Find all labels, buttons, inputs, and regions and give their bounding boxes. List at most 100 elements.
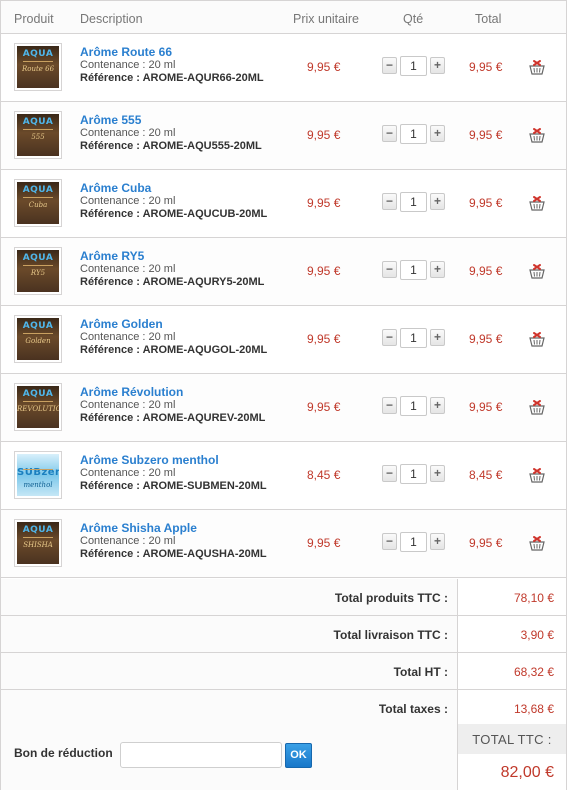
qty-input[interactable]: 1 [400,124,427,144]
thumb-brand: AQUA [22,389,54,399]
delete-basket-icon[interactable] [528,535,546,551]
discount-label: Bon de réduction [14,746,113,760]
product-thumbnail[interactable]: SUBzero menthol [14,451,62,499]
qty-decrease-button[interactable]: − [382,329,397,346]
qty-increase-button[interactable]: + [430,533,445,550]
product-name-link[interactable]: Arôme Révolution [80,385,183,399]
discount-code-input[interactable] [120,742,282,768]
product-thumbnail[interactable]: AQUA RY5 [14,247,62,295]
cart-footer: Bon de réduction OK TOTAL TTC : 82,00 € [1,724,566,790]
delete-basket-icon[interactable] [528,195,546,211]
qty-decrease-button[interactable]: − [382,465,397,482]
product-reference: Référence : AROME-AQUCUB-20ML [80,208,267,220]
totals-row: Total HT : 68,32 € [1,653,566,690]
qty-input[interactable]: 1 [400,260,427,280]
qty-increase-button[interactable]: + [430,125,445,142]
product-contenance: Contenance : 20 ml [80,399,175,411]
unit-price: 9,95 € [307,60,341,74]
reference-value: AROME-AQUCUB-20ML [142,208,268,220]
thumb-brand: AQUA [22,525,54,535]
qty-input[interactable]: 1 [400,192,427,212]
contenance-label: Contenance : [80,263,149,275]
thumb-divider [23,129,53,130]
qty-decrease-button[interactable]: − [382,193,397,210]
qty-increase-button[interactable]: + [430,465,445,482]
delete-basket-icon[interactable] [528,467,546,483]
header-description: Description [80,12,143,26]
product-thumbnail[interactable]: AQUA Route 66 [14,43,62,91]
qty-input[interactable]: 1 [400,532,427,552]
product-image: SUBzero menthol [17,454,59,496]
totals-row: Total livraison TTC : 3,90 € [1,616,566,653]
totals-value-cell: 3,90 € [457,616,566,652]
reference-label: Référence : [80,344,143,356]
reference-value: AROME-AQUR66-20ML [142,72,264,84]
discount-submit-button[interactable]: OK [285,743,312,768]
table-row: SUBzero menthol Arôme Subzero menthol Co… [1,442,566,510]
thumb-flavor: 555 [31,133,45,141]
qty-input[interactable]: 1 [400,396,427,416]
product-thumbnail[interactable]: AQUA Cuba [14,179,62,227]
thumb-divider [23,197,53,198]
totals-value-cell: 13,68 € [457,690,566,726]
delete-basket-icon[interactable] [528,399,546,415]
table-row: AQUA REVOLUTION Arôme Révolution Contena… [1,374,566,442]
product-name-link[interactable]: Arôme RY5 [80,249,144,263]
qty-decrease-button[interactable]: − [382,261,397,278]
grand-total-label: TOTAL TTC : [458,724,566,754]
table-row: AQUA Cuba Arôme Cuba Contenance : 20 ml … [1,170,566,238]
delete-basket-icon[interactable] [528,331,546,347]
totals-label: Total taxes : [378,702,448,716]
reference-label: Référence : [80,480,143,492]
product-image: AQUA SHISHA [17,522,59,564]
delete-basket-icon[interactable] [528,263,546,279]
qty-input[interactable]: 1 [400,464,427,484]
qty-increase-button[interactable]: + [430,193,445,210]
totals-label: Total HT : [393,665,448,679]
header-product: Produit [14,12,54,26]
qty-increase-button[interactable]: + [430,261,445,278]
qty-decrease-button[interactable]: − [382,125,397,142]
product-thumbnail[interactable]: AQUA 555 [14,111,62,159]
product-thumbnail[interactable]: AQUA SHISHA [14,519,62,567]
reference-value: AROME-SUBMEN-20ML [142,480,267,492]
contenance-value: 20 ml [148,59,176,71]
thumb-divider [23,61,53,62]
product-name-link[interactable]: Arôme Cuba [80,181,151,195]
product-name-link[interactable]: Arôme Subzero menthol [80,453,219,467]
thumb-brand: AQUA [22,49,54,59]
qty-increase-button[interactable]: + [430,397,445,414]
product-name-link[interactable]: Arôme Route 66 [80,45,172,59]
thumb-flavor: Route 66 [21,65,55,73]
product-name-link[interactable]: Arôme 555 [80,113,141,127]
contenance-value: 20 ml [148,195,176,207]
product-name-link[interactable]: Arôme Golden [80,317,163,331]
qty-decrease-button[interactable]: − [382,57,397,74]
product-thumbnail[interactable]: AQUA Golden [14,315,62,363]
thumb-brand: AQUA [22,185,54,195]
row-total: 9,95 € [469,536,503,550]
delete-basket-icon[interactable] [528,59,546,75]
product-image: AQUA Cuba [17,182,59,224]
thumb-divider [23,469,53,470]
product-reference: Référence : AROME-AQUSHA-20ML [80,548,267,560]
qty-increase-button[interactable]: + [430,57,445,74]
contenance-label: Contenance : [80,535,149,547]
row-total: 8,45 € [469,468,503,482]
reference-label: Référence : [80,276,143,288]
contenance-value: 20 ml [148,331,176,343]
totals-value: 78,10 € [513,591,554,605]
product-thumbnail[interactable]: AQUA REVOLUTION [14,383,62,431]
product-name-link[interactable]: Arôme Shisha Apple [80,521,197,535]
product-image: AQUA REVOLUTION [17,386,59,428]
delete-basket-icon[interactable] [528,127,546,143]
qty-increase-button[interactable]: + [430,329,445,346]
qty-decrease-button[interactable]: − [382,533,397,550]
qty-input[interactable]: 1 [400,328,427,348]
thumb-brand: AQUA [22,117,54,127]
qty-input[interactable]: 1 [400,56,427,76]
contenance-label: Contenance : [80,195,149,207]
product-contenance: Contenance : 20 ml [80,127,175,139]
qty-decrease-button[interactable]: − [382,397,397,414]
product-reference: Référence : AROME-AQUREV-20ML [80,412,265,424]
